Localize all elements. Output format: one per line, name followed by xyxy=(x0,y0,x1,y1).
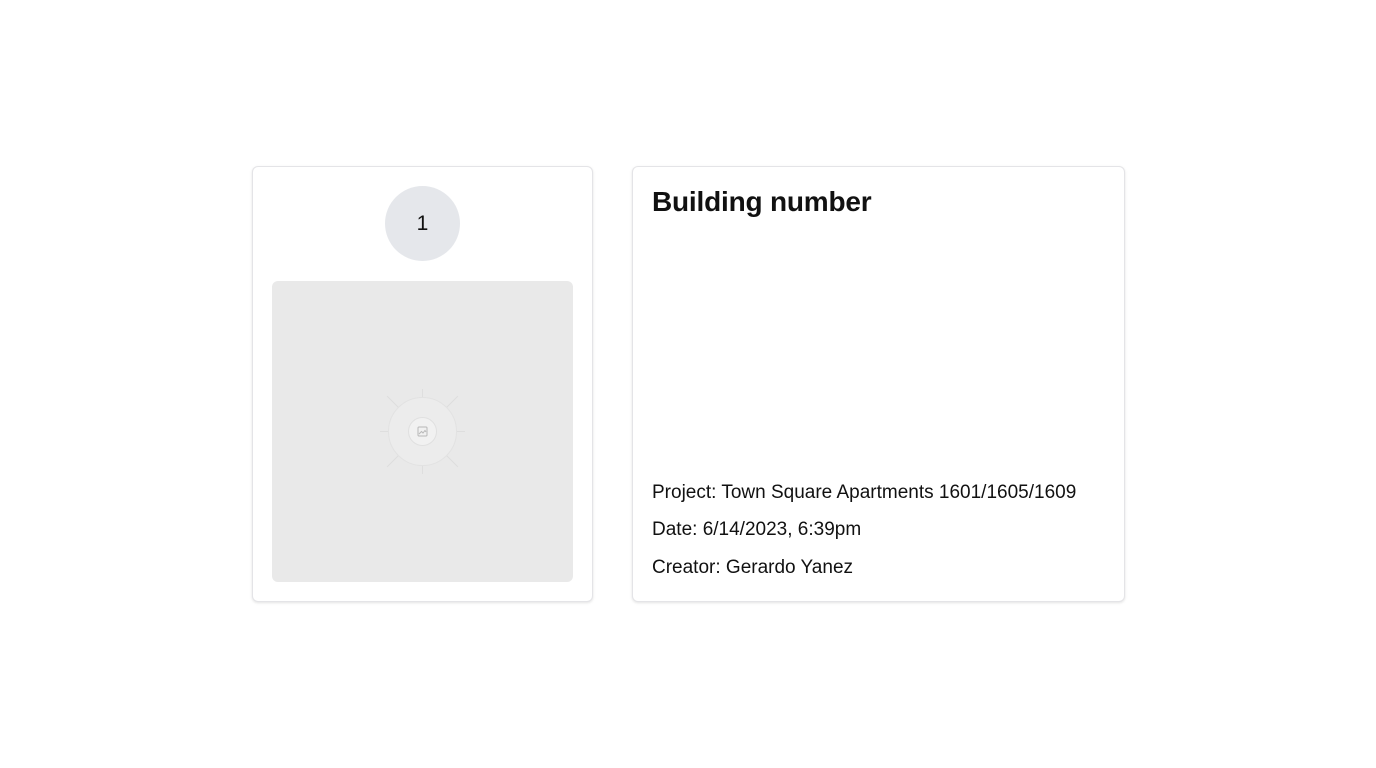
details-card: Building number Project: Town Square Apa… xyxy=(632,166,1125,602)
photo-card: 1 xyxy=(252,166,593,602)
photo-placeholder[interactable] xyxy=(272,281,573,582)
image-placeholder-icon xyxy=(380,389,465,474)
card-title: Building number xyxy=(652,186,872,217)
number-badge: 1 xyxy=(385,186,460,261)
date-text: Date: 6/14/2023, 6:39pm xyxy=(652,519,862,540)
badge-number: 1 xyxy=(416,211,429,235)
creator-text: Creator: Gerardo Yanez xyxy=(652,557,854,578)
project-text: Project: Town Square Apartments 1601/160… xyxy=(652,482,1077,503)
